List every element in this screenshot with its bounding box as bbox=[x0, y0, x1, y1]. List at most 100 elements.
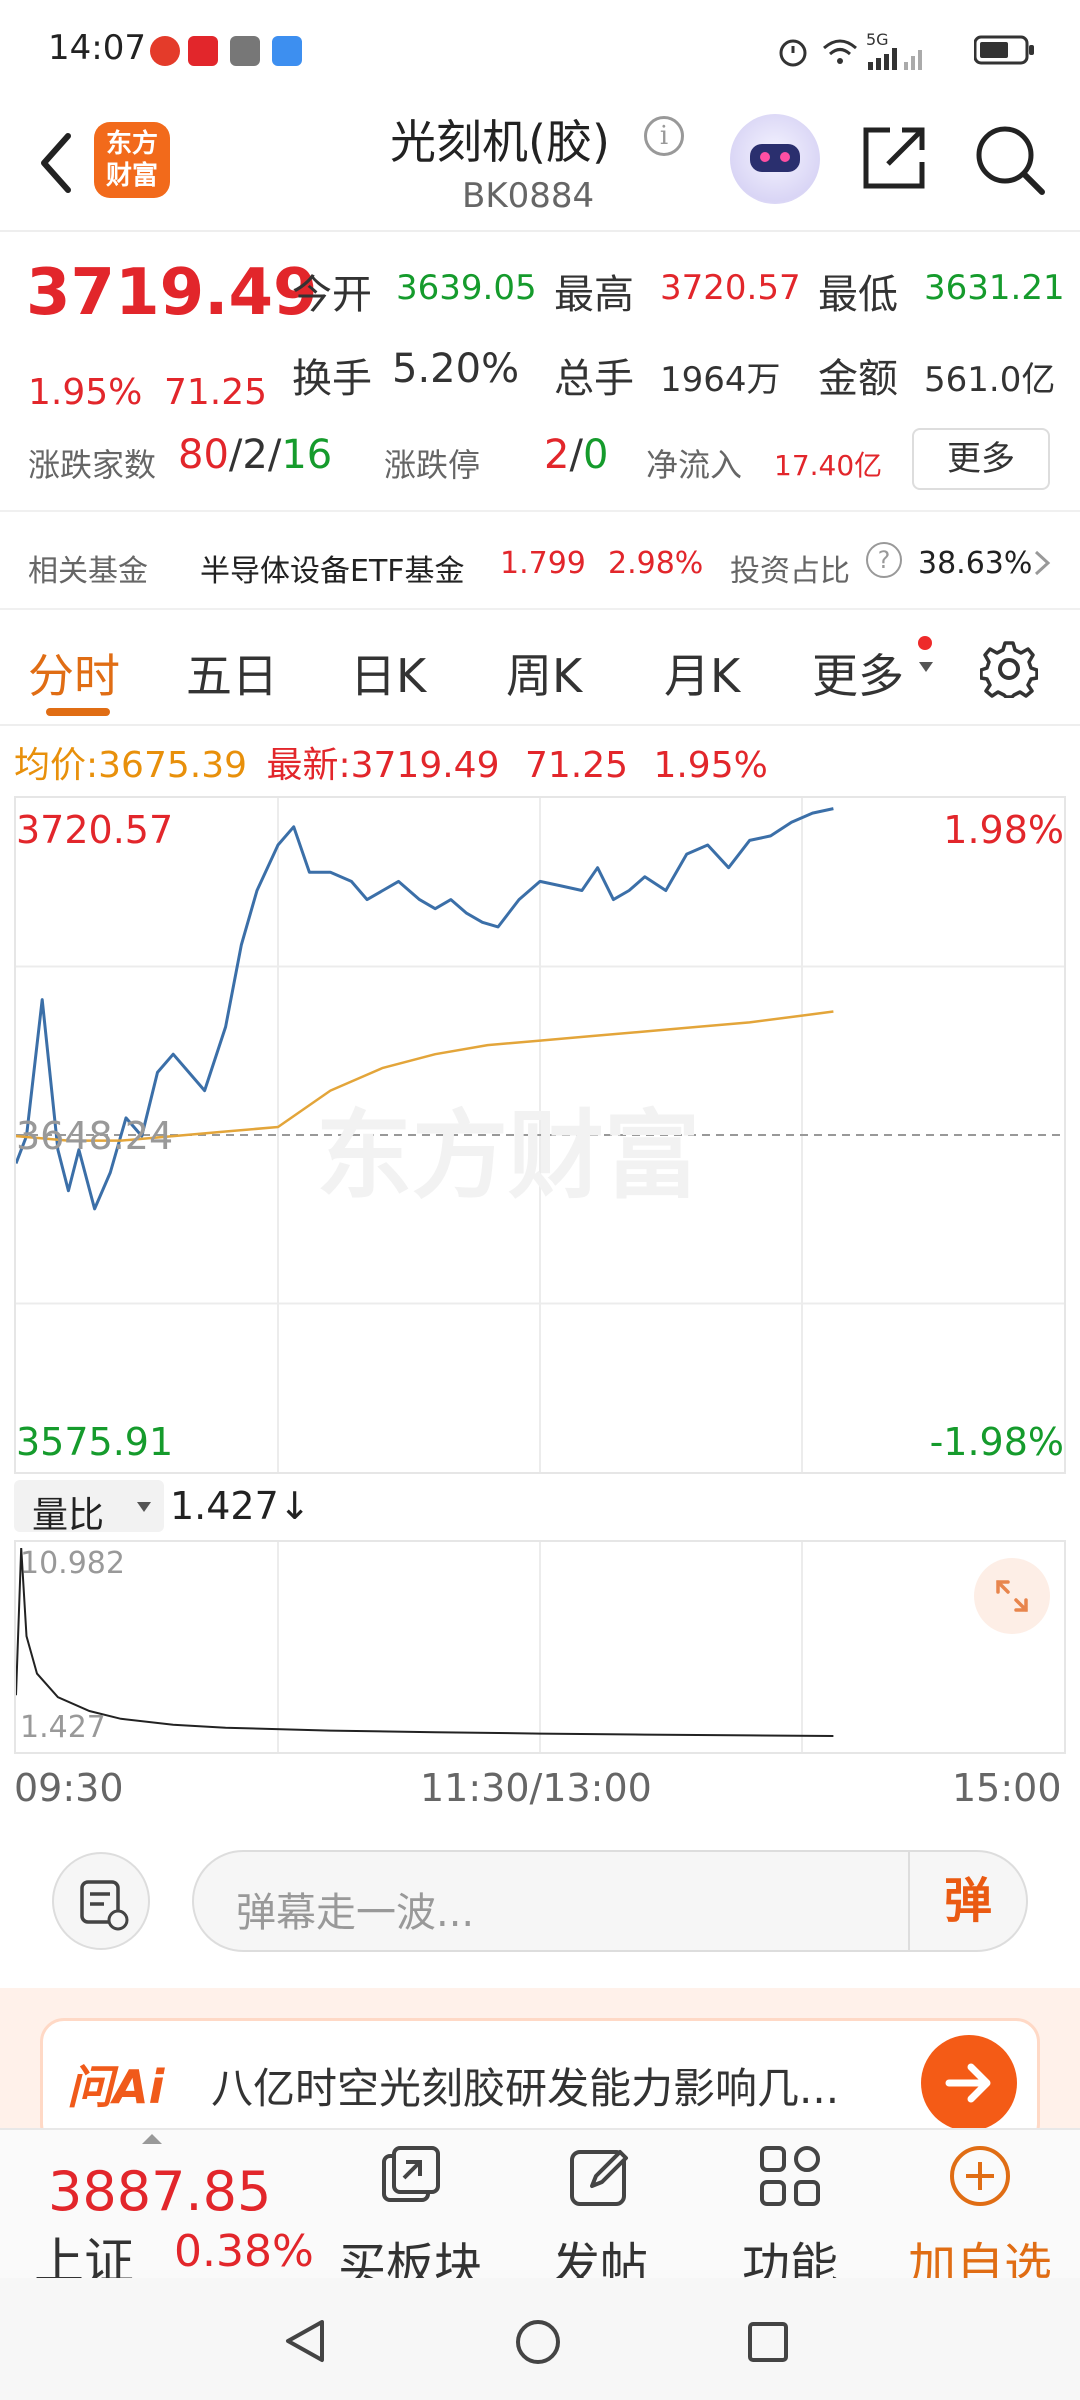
buy-sector-icon bbox=[382, 2146, 440, 2202]
pct-bottom-label: -1.98% bbox=[929, 1420, 1064, 1464]
tab-daily-k[interactable]: 日K bbox=[350, 640, 426, 706]
new-dot-badge bbox=[918, 636, 932, 650]
danmu-placeholder: 弹幕走一波... bbox=[236, 1890, 475, 1936]
signal-icon bbox=[868, 48, 922, 70]
fund-price: 1.799 bbox=[500, 546, 586, 581]
wifi-icon bbox=[823, 39, 857, 64]
buy-sector-button[interactable]: 买板块 bbox=[320, 2130, 500, 2294]
ai-logo: 问Ai bbox=[67, 2060, 165, 2114]
amount-label: 金额 bbox=[818, 356, 898, 402]
ai-assistant-robot-icon[interactable] bbox=[730, 114, 820, 204]
tab-five-day[interactable]: 五日 bbox=[186, 640, 278, 706]
related-fund-row[interactable]: 相关基金 半导体设备ETF基金 1.799 2.98% 投资占比 ? 38.63… bbox=[0, 510, 1080, 610]
avg-label: 均价: bbox=[14, 745, 99, 786]
intraday-chart[interactable]: 3720.57 3648.24 3575.91 1.98% -1.98% 东方财… bbox=[14, 796, 1066, 1474]
y-mid-label: 3648.24 bbox=[16, 1114, 174, 1158]
chart-tabs: 分时 五日 日K 周K 月K 更多 bbox=[0, 610, 1080, 726]
app-logo: 东方 财富 bbox=[94, 122, 170, 198]
status-time: 14:07 bbox=[48, 28, 146, 68]
post-button[interactable]: 发帖 bbox=[510, 2130, 690, 2294]
index-ticker[interactable]: 3887.85 上证 0.38% bbox=[0, 2130, 320, 2291]
caret-down-icon bbox=[137, 1502, 151, 1512]
danmu-input[interactable]: 弹幕走一波... 弹 bbox=[192, 1850, 1028, 1952]
settings-gear-icon[interactable] bbox=[980, 640, 1038, 698]
volume-ratio-line bbox=[16, 1547, 834, 1737]
limit-label: 涨跌停 bbox=[384, 446, 481, 484]
change-amount: 71.25 bbox=[164, 372, 268, 413]
notification-send-icon bbox=[230, 36, 260, 66]
info-icon[interactable]: i bbox=[644, 116, 684, 156]
danmu-bar: 弹幕走一波... 弹 bbox=[0, 1800, 1080, 1980]
danmu-send-button[interactable]: 弹 bbox=[908, 1852, 1026, 1950]
y-top-label: 3720.57 bbox=[16, 808, 174, 852]
fund-change: 2.98% bbox=[608, 546, 704, 581]
arrow-right-icon bbox=[945, 2063, 991, 2103]
help-icon[interactable]: ? bbox=[866, 542, 902, 578]
share-icon[interactable] bbox=[858, 122, 930, 194]
add-watchlist-button[interactable]: 加自选 bbox=[890, 2130, 1070, 2294]
nav-home-icon[interactable] bbox=[514, 2318, 562, 2366]
open-label: 今开 bbox=[292, 272, 372, 318]
nav-recents-icon[interactable] bbox=[746, 2320, 790, 2364]
turnover-label: 换手 bbox=[292, 356, 372, 402]
notification-weather-icon bbox=[272, 36, 302, 66]
system-nav-bar bbox=[0, 2278, 1080, 2400]
tab-intraday[interactable]: 分时 bbox=[28, 640, 120, 706]
latest-pct: 1.95% bbox=[653, 745, 768, 786]
investment-ratio-value: 38.63% bbox=[918, 546, 1033, 581]
caret-up-icon bbox=[142, 2134, 162, 2144]
post-edit-icon bbox=[570, 2150, 628, 2206]
net-inflow-value: 17.40亿 bbox=[774, 449, 883, 482]
functions-grid-icon bbox=[760, 2146, 820, 2206]
search-icon[interactable] bbox=[972, 122, 1048, 198]
low-value: 3631.21 bbox=[924, 268, 1065, 308]
updown-count: 80/2/16 bbox=[178, 432, 333, 478]
tab-more[interactable]: 更多 bbox=[812, 640, 904, 706]
low-label: 最低 bbox=[818, 272, 898, 318]
net-inflow-label: 净流入 bbox=[646, 446, 743, 484]
add-circle-icon bbox=[950, 2146, 1010, 2206]
watermark: 东方财富 bbox=[316, 1100, 700, 1212]
functions-button[interactable]: 功能 bbox=[700, 2130, 880, 2294]
current-price: 3719.49 bbox=[26, 256, 318, 330]
back-icon[interactable] bbox=[28, 128, 88, 198]
page-title: 光刻机(胶) bbox=[390, 115, 610, 169]
latest-label: 最新: bbox=[266, 745, 351, 786]
vol-y-top-label: 10.982 bbox=[20, 1546, 125, 1581]
more-button[interactable]: 更多 bbox=[912, 428, 1050, 490]
indicator-selector[interactable]: 量比 bbox=[14, 1480, 164, 1536]
ai-go-button[interactable] bbox=[921, 2035, 1017, 2131]
danmu-settings-button[interactable] bbox=[52, 1852, 150, 1950]
quote-panel: 3719.49 1.95% 71.25 今开 3639.05 最高 3720.5… bbox=[0, 234, 1080, 506]
nav-back-icon[interactable] bbox=[282, 2318, 328, 2364]
notification-app-icon bbox=[188, 36, 218, 66]
latest-change: 71.25 bbox=[524, 745, 628, 786]
volume-value: 1964万 bbox=[660, 360, 781, 400]
expand-button[interactable] bbox=[974, 1558, 1050, 1634]
bottom-action-bar: 3887.85 上证 0.38% 买板块 发帖 功能 加自选 bbox=[0, 2128, 1080, 2294]
fund-name[interactable]: 半导体设备ETF基金 bbox=[200, 546, 465, 590]
status-bar: 14:07 5G bbox=[0, 0, 1080, 100]
caret-down-icon bbox=[919, 662, 933, 672]
notification-app-icon bbox=[150, 36, 180, 66]
chevron-right-icon bbox=[1034, 550, 1051, 576]
sector-code: BK0884 bbox=[462, 176, 595, 216]
change-percent: 1.95% bbox=[28, 372, 143, 413]
volume-label: 总手 bbox=[554, 356, 634, 402]
related-fund-label: 相关基金 bbox=[28, 554, 148, 589]
volume-ratio-value: 1.427↓ bbox=[170, 1484, 311, 1528]
turnover-value: 5.20% bbox=[392, 346, 520, 392]
ai-banner: 问Ai 八亿时空光刻胶研发能力影响几... bbox=[0, 1988, 1080, 2148]
tab-weekly-k[interactable]: 周K bbox=[506, 640, 582, 706]
header: 东方 财富 光刻机(胶) i BK0884 bbox=[0, 100, 1080, 232]
active-tab-indicator bbox=[46, 708, 110, 716]
alarm-icon bbox=[779, 39, 807, 67]
avg-value: 3675.39 bbox=[98, 745, 248, 786]
open-value: 3639.05 bbox=[396, 268, 537, 308]
tab-monthly-k[interactable]: 月K bbox=[664, 640, 740, 706]
volume-ratio-chart[interactable]: 10.982 1.427 bbox=[14, 1540, 1066, 1754]
battery-icon bbox=[974, 35, 1034, 65]
index-value: 3887.85 bbox=[48, 2160, 272, 2223]
high-value: 3720.57 bbox=[660, 268, 801, 308]
ai-question-text: 八亿时空光刻胶研发能力影响几... bbox=[211, 2064, 840, 2113]
